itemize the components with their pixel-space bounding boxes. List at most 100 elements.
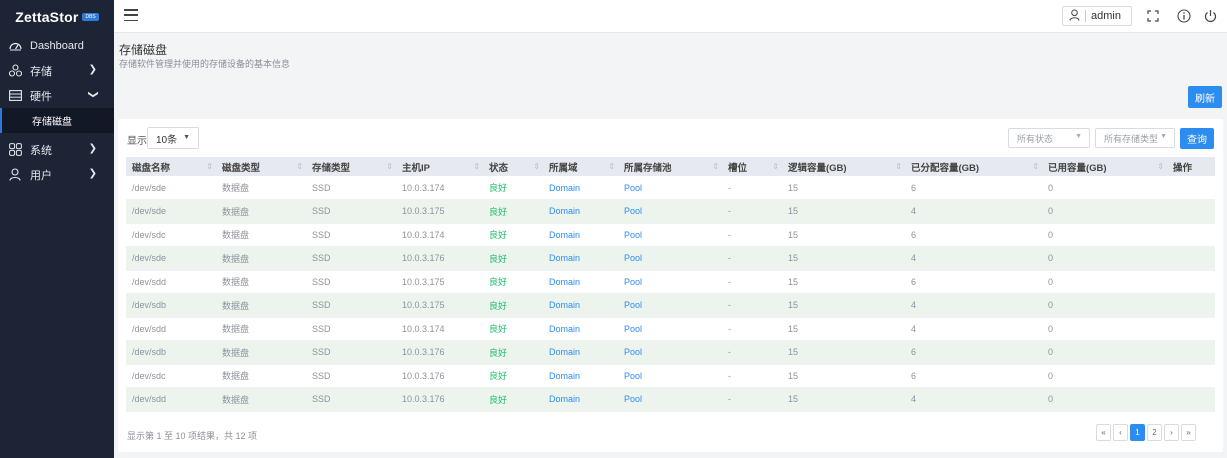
column-header[interactable]: 已用容量(GB) ⇕ — [1042, 157, 1167, 176]
page-button[interactable]: « — [1096, 424, 1111, 441]
table-cell: 4 — [905, 246, 1042, 271]
column-header[interactable]: 所属域 ⇕ — [543, 157, 618, 176]
sidebar-item-storage[interactable]: 存储 ❯ — [0, 58, 114, 83]
sidebar-item-users[interactable]: 用户 ❯ — [0, 162, 114, 187]
sort-icon[interactable]: ⇕ — [895, 162, 902, 171]
menu-icon[interactable] — [124, 9, 138, 21]
table-row[interactable]: /dev/sdc 数据盘 SSD 10.0.3.174 良好 Domain Pool -15 6… — [126, 223, 1215, 247]
sort-icon[interactable]: ⇕ — [386, 162, 393, 171]
page-button[interactable]: 1 — [1130, 424, 1145, 441]
table-cell: 0 — [1042, 387, 1167, 412]
table-row[interactable]: /dev/sde 数据盘 SSD 10.0.3.175 良好 Domain Pool -15 4… — [126, 199, 1215, 224]
sort-icon[interactable]: ⇕ — [1032, 162, 1039, 171]
status-filter[interactable]: 所有状态 ▼ — [1008, 128, 1090, 148]
sort-icon[interactable]: ⇕ — [1157, 162, 1164, 171]
sidebar-item-label: 用户 — [30, 169, 52, 182]
table-cell[interactable]: Pool — [618, 340, 722, 365]
sidebar-item-hardware[interactable]: 硬件 ❯ — [0, 83, 114, 108]
table-row[interactable]: /dev/sdd 数据盘 SSD 10.0.3.176 良好 Domain Pool -15 4… — [126, 387, 1215, 412]
sort-icon[interactable]: ⇕ — [473, 162, 480, 171]
page-button[interactable]: ‹ — [1113, 424, 1128, 441]
query-button[interactable]: 查询 — [1180, 128, 1214, 149]
table-cell: 良好 — [483, 317, 543, 341]
table-cell: /dev/sdd — [126, 270, 216, 294]
fullscreen-icon[interactable] — [1145, 8, 1161, 24]
sort-icon[interactable]: ⇕ — [533, 162, 540, 171]
table-cell[interactable]: Domain — [543, 293, 618, 318]
table-row[interactable]: /dev/sdd 数据盘 SSD 10.0.3.174 良好 Domain Pool -15 4… — [126, 317, 1215, 341]
sort-icon[interactable]: ⇕ — [772, 162, 779, 171]
table-cell — [1167, 364, 1215, 388]
table-cell[interactable]: Domain — [543, 387, 618, 412]
page-button[interactable]: 2 — [1147, 424, 1162, 441]
table-row[interactable]: /dev/sde 数据盘 SSD 10.0.3.174 良好 Domain Pool -15 6… — [126, 176, 1215, 200]
table-cell[interactable]: Domain — [543, 199, 618, 224]
table-cell: 15 — [782, 387, 905, 412]
table-cell: 数据盘 — [216, 176, 306, 200]
table-cell: 10.0.3.174 — [396, 317, 483, 341]
page-header: 存储磁盘 存储软件管理并使用的存储设备的基本信息 刷新 — [114, 33, 1227, 113]
refresh-button[interactable]: 刷新 — [1188, 86, 1222, 108]
table-cell: 10.0.3.175 — [396, 270, 483, 294]
table-cell[interactable]: Pool — [618, 176, 722, 200]
table-cell: 15 — [782, 270, 905, 294]
column-header[interactable]: 状态 ⇕ — [483, 157, 543, 176]
table-row[interactable]: /dev/sde 数据盘 SSD 10.0.3.176 良好 Domain Pool -15 4… — [126, 246, 1215, 271]
column-header-label: 所属存储池 — [624, 162, 672, 174]
sort-icon[interactable]: ⇕ — [712, 162, 719, 171]
table-cell[interactable]: Pool — [618, 246, 722, 271]
table-cell[interactable]: Domain — [543, 317, 618, 341]
type-filter[interactable]: 所有存储类型 ▼ — [1095, 128, 1175, 148]
table-cell[interactable]: Pool — [618, 387, 722, 412]
sidebar-item-system[interactable]: 系统 ❯ — [0, 137, 114, 162]
column-header[interactable]: 磁盘类型 ⇕ — [216, 157, 306, 176]
column-header[interactable]: 存储类型 ⇕ — [306, 157, 396, 176]
table-cell[interactable]: Domain — [543, 223, 618, 247]
table-cell[interactable]: Pool — [618, 293, 722, 318]
page-size-select[interactable]: 10条 ▼ — [147, 127, 199, 149]
table-cell[interactable]: Pool — [618, 199, 722, 224]
table-cell: 15 — [782, 293, 905, 318]
page-button[interactable]: » — [1181, 424, 1196, 441]
page-button[interactable]: › — [1164, 424, 1179, 441]
power-icon[interactable] — [1202, 8, 1218, 24]
table-cell[interactable]: Domain — [543, 270, 618, 294]
table-cell: 4 — [905, 293, 1042, 318]
column-header-label: 逻辑容量(GB) — [788, 162, 847, 174]
table-row[interactable]: /dev/sdc 数据盘 SSD 10.0.3.176 良好 Domain Pool -15 6… — [126, 364, 1215, 388]
column-header-label: 磁盘类型 — [222, 162, 261, 174]
column-header[interactable]: 磁盘名称 ⇕ — [126, 157, 216, 176]
table-cell: /dev/sdd — [126, 387, 216, 412]
column-header[interactable]: 已分配容量(GB) ⇕ — [905, 157, 1042, 176]
column-header[interactable]: 主机IP ⇕ — [396, 157, 483, 176]
username: admin — [1091, 10, 1121, 22]
table-cell — [1167, 223, 1215, 247]
sort-icon[interactable]: ⇕ — [206, 162, 213, 171]
table-cell[interactable]: Domain — [543, 176, 618, 200]
table-cell[interactable]: Pool — [618, 270, 722, 294]
table-cell[interactable]: Domain — [543, 246, 618, 271]
table-cell: 4 — [905, 317, 1042, 341]
table-cell: 6 — [905, 223, 1042, 247]
table-cell[interactable]: Pool — [618, 317, 722, 341]
table-row[interactable]: /dev/sdd 数据盘 SSD 10.0.3.175 良好 Domain Pool -15 6… — [126, 270, 1215, 294]
table-cell: 数据盘 — [216, 317, 306, 341]
table-cell: /dev/sdc — [126, 223, 216, 247]
sort-icon[interactable]: ⇕ — [296, 162, 303, 171]
table-cell[interactable]: Pool — [618, 223, 722, 247]
table-row[interactable]: /dev/sdb 数据盘 SSD 10.0.3.176 良好 Domain Pool -15 6… — [126, 340, 1215, 365]
user-menu[interactable]: admin — [1062, 6, 1132, 26]
table-row[interactable]: /dev/sdb 数据盘 SSD 10.0.3.175 良好 Domain Pool -15 4… — [126, 293, 1215, 318]
column-header[interactable]: 槽位 ⇕ — [722, 157, 782, 176]
table-cell — [1167, 270, 1215, 294]
table-cell[interactable]: Pool — [618, 364, 722, 388]
sort-icon[interactable]: ⇕ — [608, 162, 615, 171]
table-cell[interactable]: Domain — [543, 364, 618, 388]
column-header[interactable]: 逻辑容量(GB) ⇕ — [782, 157, 905, 176]
table-cell[interactable]: Domain — [543, 340, 618, 365]
sidebar-item-storage-disk[interactable]: 存储磁盘 — [0, 108, 114, 133]
column-header[interactable]: 所属存储池 ⇕ — [618, 157, 722, 176]
topbar: admin — [114, 0, 1227, 33]
info-icon[interactable] — [1176, 8, 1192, 24]
sidebar-item-dashboard[interactable]: Dashboard — [0, 33, 114, 58]
